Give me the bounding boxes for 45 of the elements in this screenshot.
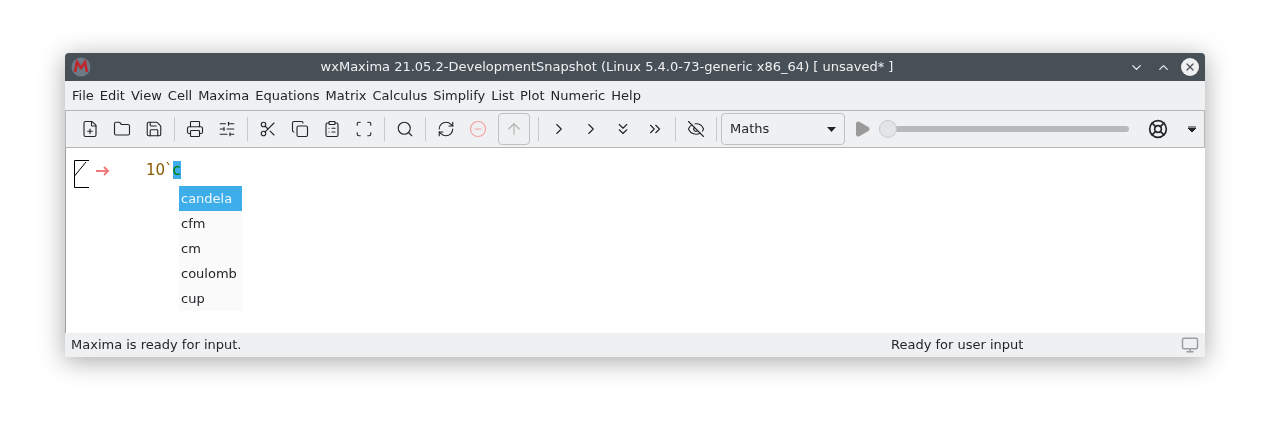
refresh-icon [437, 120, 455, 138]
caret-icon [827, 126, 836, 132]
menu-item[interactable]: Numeric [547, 85, 609, 106]
menu-item[interactable]: Maxima [195, 85, 253, 106]
completion-item[interactable]: cfm [179, 211, 242, 236]
menu-item[interactable]: Equations [252, 85, 323, 106]
menu-item[interactable]: Cell [164, 85, 196, 106]
slider-handle[interactable] [879, 120, 897, 138]
new-file-icon [81, 120, 99, 138]
menu-item[interactable]: Edit [96, 85, 128, 106]
status-message: Maxima is ready for input. [71, 336, 243, 355]
arrow-right-icon [96, 166, 110, 176]
menu-item[interactable]: Calculus [369, 85, 431, 106]
folder-icon [113, 120, 131, 138]
clipboard-icon [323, 120, 341, 138]
menu-item[interactable]: List [488, 85, 517, 106]
overflow-icon[interactable] [1188, 126, 1196, 132]
style-dropdown[interactable]: Maths [721, 113, 845, 145]
cell-input[interactable]: 10`c [146, 160, 181, 180]
menu-item[interactable]: File [69, 85, 97, 106]
eye-off-icon [687, 120, 705, 138]
copy-icon [291, 120, 309, 138]
lifebuoy-icon[interactable] [1148, 119, 1168, 139]
menu-item[interactable]: Simplify [430, 85, 489, 106]
completion-item[interactable]: coulomb [179, 261, 242, 286]
slider-track[interactable] [879, 120, 1129, 138]
close-button[interactable] [1181, 58, 1199, 76]
app-logo-icon [71, 57, 91, 77]
close-icon [1184, 61, 1196, 73]
completion-item[interactable]: cm [179, 236, 242, 261]
window-title: wxMaxima 21.05.2-DevelopmentSnapshot (Linux 5.4.0-73-generic x86_64) [ unsaved* ] [319, 58, 895, 77]
stop-icon [469, 120, 487, 138]
menu-item[interactable]: Help [608, 85, 644, 106]
scissors-icon [259, 120, 277, 138]
cell-bracket-icon[interactable] [74, 160, 90, 188]
save-icon [145, 120, 163, 138]
menu-item[interactable]: Plot [517, 85, 548, 106]
menu-item[interactable]: View [127, 85, 165, 106]
printer-icon [186, 120, 204, 138]
completion-item[interactable]: cup [179, 286, 242, 311]
settings-icon [218, 120, 236, 138]
search-icon [396, 120, 414, 138]
select-all-icon [355, 120, 373, 138]
menu-item[interactable]: Matrix [322, 85, 370, 106]
status-state: Ready for user input [891, 336, 1025, 355]
